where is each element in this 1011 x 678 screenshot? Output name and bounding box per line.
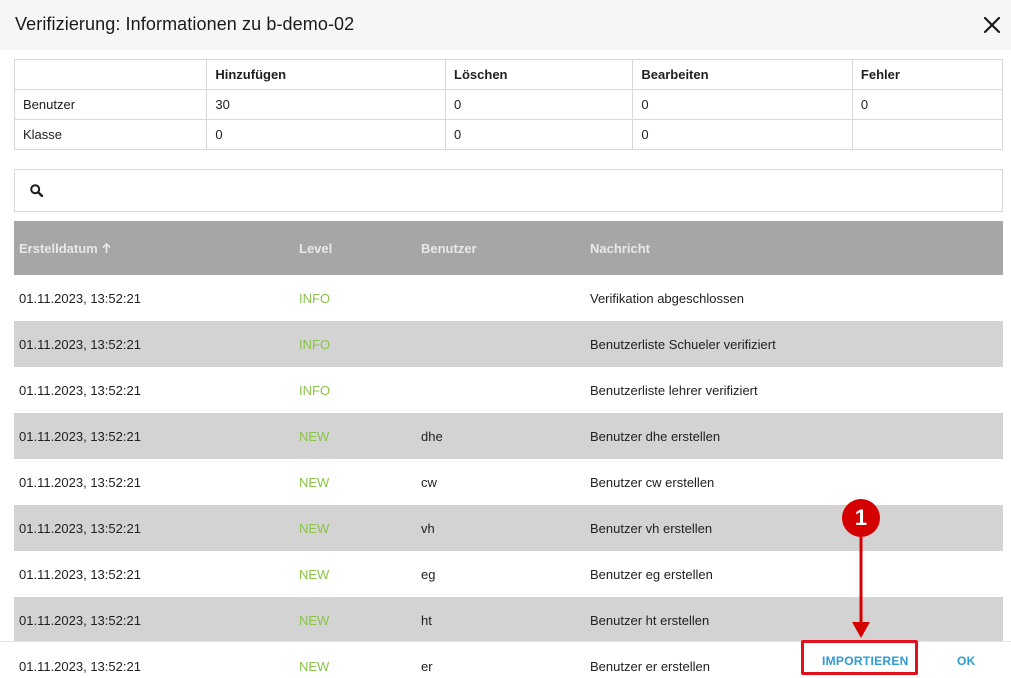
row-date: 01.11.2023, 13:52:21 [19, 429, 141, 444]
row-user: cw [421, 475, 437, 490]
row-message: Verifikation abgeschlossen [590, 291, 744, 306]
row-message: Benutzer eg erstellen [590, 567, 713, 582]
row-user: eg [421, 567, 436, 582]
row-date: 01.11.2023, 13:52:21 [19, 659, 141, 674]
summary-header-cell: Hinzufügen [206, 59, 447, 90]
summary-cell: 30 [206, 89, 447, 120]
row-level: NEW [299, 613, 330, 628]
summary-table: Hinzufügen Löschen Bearbeiten Fehler Ben… [13, 59, 1004, 150]
row-message: Benutzerliste lehrer verifiziert [590, 383, 758, 398]
summary-header-cell: Bearbeiten [632, 59, 853, 90]
row-date: 01.11.2023, 13:52:21 [19, 383, 141, 398]
log-header-row: Erstelldatum Level Benutzer Nachricht [14, 221, 1003, 275]
arrow-up-icon[interactable] [102, 242, 111, 257]
summary-header-cell: Fehler [851, 59, 1004, 90]
row-user: vh [421, 521, 435, 536]
dialog-title: Verifizierung: Informationen zu b-demo-0… [15, 14, 355, 34]
table-row: 01.11.2023, 13:52:21 NEW ht Benutzer ht … [14, 597, 1003, 643]
row-date: 01.11.2023, 13:52:21 [19, 567, 141, 582]
summary-header-cell [13, 59, 208, 90]
row-level: NEW [299, 659, 330, 674]
row-date: 01.11.2023, 13:52:21 [19, 521, 141, 536]
search-icon [30, 184, 44, 202]
summary-cell [851, 119, 1004, 150]
annotation-marker: 1 [842, 499, 880, 537]
row-date: 01.11.2023, 13:52:21 [19, 613, 141, 628]
row-message: Benutzer vh erstellen [590, 521, 713, 536]
table-row: 01.11.2023, 13:52:21 NEW dhe Benutzer dh… [14, 413, 1003, 459]
row-level: INFO [299, 383, 331, 398]
row-message: Benutzer ht erstellen [590, 613, 710, 628]
row-message: Benutzer er erstellen [590, 659, 710, 674]
row-date: 01.11.2023, 13:52:21 [19, 291, 141, 306]
close-icon[interactable] [981, 14, 1003, 36]
table-row: 01.11.2023, 13:52:21 INFO Verifikation a… [14, 275, 1003, 321]
summary-cell: 0 [632, 89, 853, 120]
row-message: Benutzer cw erstellen [590, 475, 715, 490]
summary-cell: 0 [851, 89, 1004, 120]
row-user: dhe [421, 429, 443, 444]
row-message: Benutzerliste Schueler verifiziert [590, 337, 776, 352]
search-input[interactable] [14, 169, 1003, 212]
row-level: NEW [299, 429, 330, 444]
dialog-header: Verifizierung: Informationen zu b-demo-0… [0, 0, 1011, 50]
summary-header-row: Hinzufügen Löschen Bearbeiten Fehler [13, 59, 1004, 90]
ok-button[interactable]: OK [957, 654, 976, 668]
summary-cell: 0 [206, 119, 447, 150]
summary-cell: 0 [445, 119, 634, 150]
column-header-erstelldatum[interactable]: Erstelldatum [19, 241, 111, 257]
summary-cell: Benutzer [13, 89, 208, 120]
column-header-benutzer[interactable]: Benutzer [421, 241, 477, 256]
table-row: 01.11.2023, 13:52:21 INFO Benutzerliste … [14, 367, 1003, 413]
summary-cell: 0 [445, 89, 634, 120]
summary-cell: 0 [632, 119, 853, 150]
import-highlight-box [801, 640, 918, 675]
row-level: NEW [299, 521, 330, 536]
column-header-nachricht[interactable]: Nachricht [590, 241, 650, 256]
summary-row: Klasse 0 0 0 [13, 119, 1004, 150]
row-level: INFO [299, 337, 331, 352]
summary-header-cell: Löschen [445, 59, 634, 90]
log-table: Erstelldatum Level Benutzer Nachricht 01… [14, 221, 1003, 677]
table-row: 01.11.2023, 13:52:21 NEW eg Benutzer eg … [14, 551, 1003, 597]
column-header-level[interactable]: Level [299, 241, 332, 256]
row-user: er [421, 659, 433, 674]
row-level: NEW [299, 567, 330, 582]
row-date: 01.11.2023, 13:52:21 [19, 475, 141, 490]
row-level: INFO [299, 291, 331, 306]
row-level: NEW [299, 475, 330, 490]
row-user: ht [421, 613, 432, 628]
row-date: 01.11.2023, 13:52:21 [19, 337, 141, 352]
summary-row: Benutzer 30 0 0 0 [13, 89, 1004, 120]
row-message: Benutzer dhe erstellen [590, 429, 721, 444]
table-row: 01.11.2023, 13:52:21 INFO Benutzerliste … [14, 321, 1003, 367]
summary-cell: Klasse [13, 119, 208, 150]
table-row: 01.11.2023, 13:52:21 NEW cw Benutzer cw … [14, 459, 1003, 505]
